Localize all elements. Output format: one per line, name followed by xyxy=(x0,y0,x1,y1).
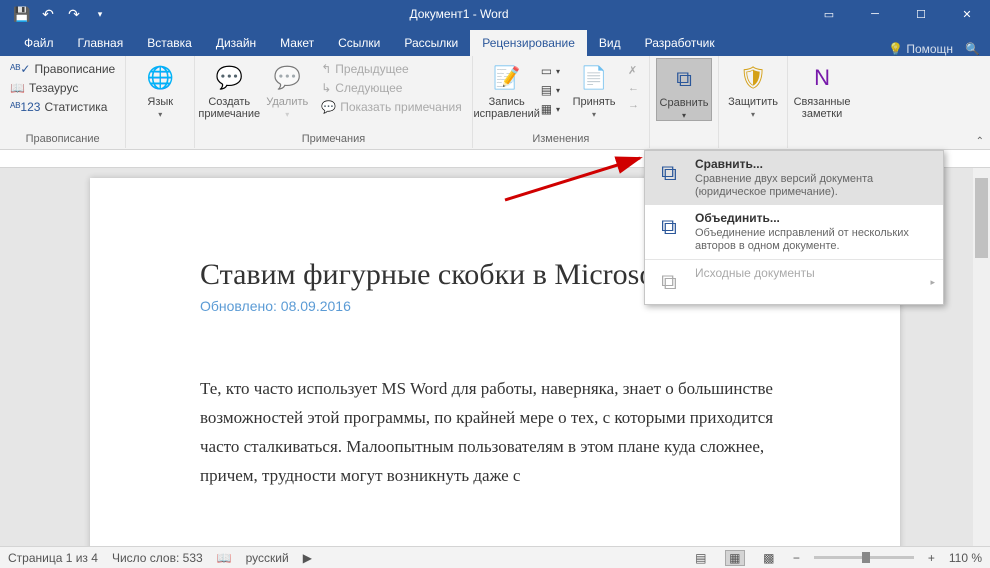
tab-insert[interactable]: Вставка xyxy=(135,30,204,56)
new-comment-button[interactable]: 💬 Создать примечание xyxy=(201,58,257,120)
status-macro-icon[interactable]: ▶ xyxy=(303,551,312,565)
thesaurus-button[interactable]: 📖Тезаурус xyxy=(6,79,119,97)
quick-access-toolbar: 💾 ↶ ↷ ▾ xyxy=(0,2,112,26)
compare-item-desc: Сравнение двух версий документа (юридиче… xyxy=(695,173,935,199)
group-proofing: ᴬᴮ✓Правописание 📖Тезаурус ᴬᴮ123Статистик… xyxy=(0,56,126,148)
group-tracking: 📝 Запись исправлений ▭▾ ▤▾ ▦▾ 📄 Принять … xyxy=(473,56,650,148)
tab-review[interactable]: Рецензирование xyxy=(470,30,587,56)
language-button[interactable]: 🌐 Язык ▾ xyxy=(132,58,188,119)
tab-file[interactable]: Файл xyxy=(12,30,66,56)
onenote-icon: N xyxy=(806,62,838,94)
window-controls: ▭ ─ ☐ ✕ xyxy=(806,0,990,28)
group-proofing-label: Правописание xyxy=(6,132,119,146)
redo-button[interactable]: ↷ xyxy=(62,2,86,26)
status-proofing-icon[interactable]: 📖 xyxy=(217,551,232,565)
window-title: Документ1 - Word xyxy=(112,7,806,21)
source-docs-menu-item: ⧉ Исходные документы ▸ xyxy=(645,259,943,304)
qat-customize-icon[interactable]: ▾ xyxy=(88,2,112,26)
reject-button: ✗ xyxy=(624,62,643,79)
compare-menu-item[interactable]: ⧉ Сравнить... Сравнение двух версий доку… xyxy=(645,151,943,205)
status-bar: Страница 1 из 4 Число слов: 533 📖 русски… xyxy=(0,546,990,568)
maximize-button[interactable]: ☐ xyxy=(898,0,944,28)
compare-item-title: Сравнить... xyxy=(695,157,935,171)
vertical-scrollbar[interactable] xyxy=(973,168,990,546)
prev-change-button: ← xyxy=(624,80,643,96)
next-change-button: → xyxy=(624,97,643,113)
tell-me-icon[interactable]: 💡 Помощн xyxy=(888,42,953,56)
group-tracking-label: Изменения xyxy=(479,132,643,146)
status-language[interactable]: русский xyxy=(246,551,289,565)
comment-icon: 💬 xyxy=(213,62,245,94)
title-bar: 💾 ↶ ↷ ▾ Документ1 - Word ▭ ─ ☐ ✕ xyxy=(0,0,990,28)
combine-item-desc: Объединение исправлений от нескольких ав… xyxy=(695,227,935,253)
reviewing-pane-dropdown[interactable]: ▦▾ xyxy=(537,100,564,118)
tab-design[interactable]: Дизайн xyxy=(204,30,268,56)
status-words[interactable]: Число слов: 533 xyxy=(112,551,203,565)
tab-layout[interactable]: Макет xyxy=(268,30,326,56)
group-compare: ⧉ Сравнить ▾ xyxy=(650,56,719,148)
globe-icon: 🌐 xyxy=(144,62,176,94)
combine-item-title: Объединить... xyxy=(695,211,935,225)
view-read-mode[interactable]: ▤ xyxy=(691,550,711,566)
compare-icon: ⧉ xyxy=(668,63,700,95)
tab-developer[interactable]: Разработчик xyxy=(633,30,727,56)
save-button[interactable]: 💾 xyxy=(10,2,34,26)
group-onenote: N Связанные заметки xyxy=(788,56,856,148)
scrollbar-thumb[interactable] xyxy=(975,178,988,258)
compare-dropdown: ⧉ Сравнить... Сравнение двух версий доку… xyxy=(644,150,944,305)
linked-notes-button[interactable]: N Связанные заметки xyxy=(794,58,850,120)
track-icon: 📝 xyxy=(491,62,523,94)
tab-references[interactable]: Ссылки xyxy=(326,30,392,56)
zoom-slider[interactable] xyxy=(814,556,914,559)
ribbon-tabs: Файл Главная Вставка Дизайн Макет Ссылки… xyxy=(0,28,990,56)
next-comment-button: ↳Следующее xyxy=(317,79,465,97)
track-changes-button[interactable]: 📝 Запись исправлений xyxy=(479,58,535,120)
source-item-title: Исходные документы xyxy=(695,266,920,280)
group-comments-label: Примечания xyxy=(201,132,465,146)
ribbon-display-button[interactable]: ▭ xyxy=(806,0,852,28)
accept-icon: 📄 xyxy=(578,62,610,94)
compare-button[interactable]: ⧉ Сравнить ▾ xyxy=(656,58,712,121)
undo-button[interactable]: ↶ xyxy=(36,2,60,26)
tab-home[interactable]: Главная xyxy=(66,30,136,56)
minimize-button[interactable]: ─ xyxy=(852,0,898,28)
close-button[interactable]: ✕ xyxy=(944,0,990,28)
group-comments: 💬 Создать примечание 💬 Удалить ▾ ↰Предыд… xyxy=(195,56,472,148)
protect-button[interactable]: 🛡 Защитить ▾ xyxy=(725,58,781,119)
show-comments-button: 💬Показать примечания xyxy=(317,98,465,116)
protect-icon: 🛡 xyxy=(737,62,769,94)
share-icon[interactable]: 🔍 xyxy=(965,42,980,56)
show-markup-dropdown[interactable]: ▤▾ xyxy=(537,81,564,99)
zoom-level[interactable]: 110 % xyxy=(949,551,982,565)
tab-mailings[interactable]: Рассылки xyxy=(392,30,470,56)
view-web-layout[interactable]: ▩ xyxy=(759,550,779,566)
delete-comment-button[interactable]: 💬 Удалить ▾ xyxy=(259,58,315,119)
compare-docs-icon: ⧉ xyxy=(653,157,685,189)
collapse-ribbon-icon[interactable]: ⌃ xyxy=(976,136,984,147)
tab-view[interactable]: Вид xyxy=(587,30,633,56)
combine-menu-item[interactable]: ⧉ Объединить... Объединение исправлений … xyxy=(645,205,943,259)
status-page[interactable]: Страница 1 из 4 xyxy=(8,551,98,565)
tell-me-label: Помощн xyxy=(906,42,953,56)
display-for-review-dropdown[interactable]: ▭▾ xyxy=(537,62,564,80)
view-print-layout[interactable]: ▦ xyxy=(725,550,745,566)
spelling-button[interactable]: ᴬᴮ✓Правописание xyxy=(6,60,119,78)
delete-comment-icon: 💬 xyxy=(271,62,303,94)
statistics-button[interactable]: ᴬᴮ123Статистика xyxy=(6,98,119,116)
combine-docs-icon: ⧉ xyxy=(653,211,685,243)
zoom-out-button[interactable]: − xyxy=(793,551,800,565)
group-protect: 🛡 Защитить ▾ xyxy=(719,56,788,148)
group-language: 🌐 Язык ▾ xyxy=(126,56,195,148)
ribbon: ᴬᴮ✓Правописание 📖Тезаурус ᴬᴮ123Статистик… xyxy=(0,56,990,150)
document-body: Те, кто часто использует MS Word для раб… xyxy=(200,374,790,490)
source-docs-icon: ⧉ xyxy=(653,266,685,298)
accept-button[interactable]: 📄 Принять ▾ xyxy=(566,58,622,119)
prev-comment-button: ↰Предыдущее xyxy=(317,60,465,78)
zoom-in-button[interactable]: + xyxy=(928,551,935,565)
